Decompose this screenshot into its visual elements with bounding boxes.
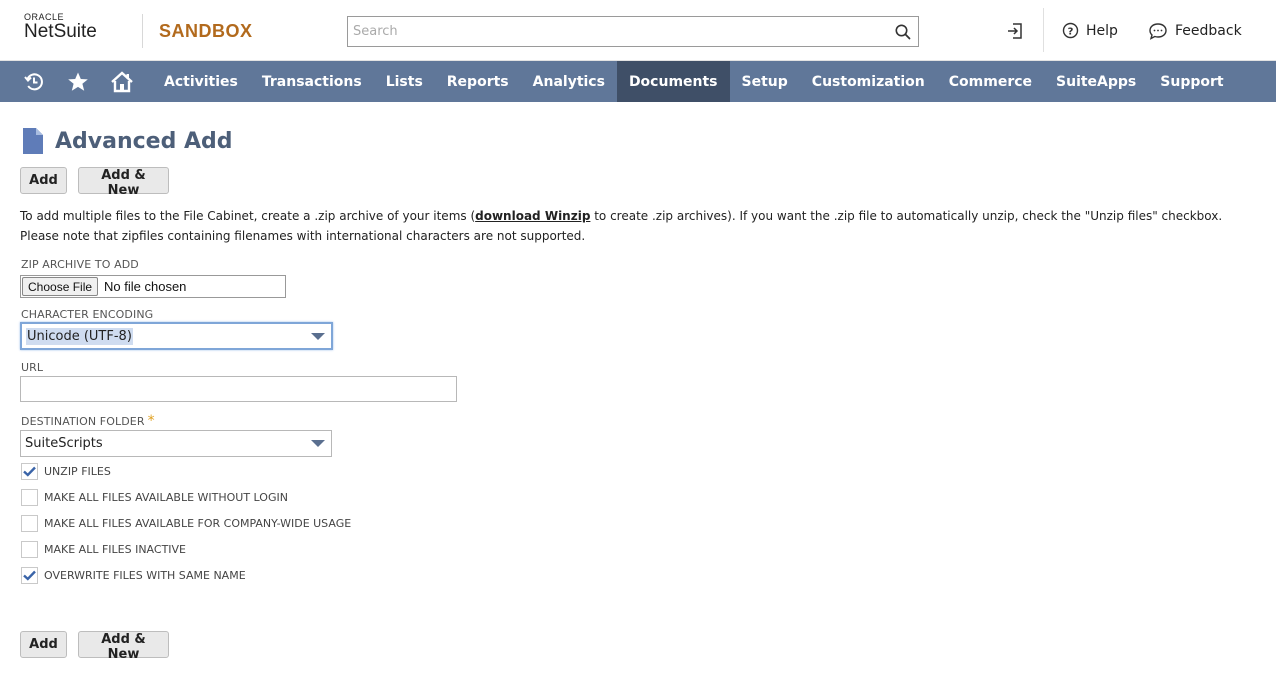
url-input[interactable]: [20, 376, 457, 402]
checkbox[interactable]: [21, 515, 38, 532]
nav-support[interactable]: Support: [1148, 61, 1235, 102]
choose-file-button[interactable]: Choose File: [22, 277, 99, 296]
nav-customization[interactable]: Customization: [800, 61, 937, 102]
checkbox-unzip-files[interactable]: UNZIP FILES: [21, 463, 111, 480]
feedback-label: Feedback: [1175, 23, 1242, 39]
add-button-top[interactable]: Add: [20, 167, 67, 194]
svg-text:?: ?: [1068, 26, 1074, 37]
checkbox-label: MAKE ALL FILES INACTIVE: [44, 543, 187, 556]
home-icon: [111, 70, 133, 92]
feedback-icon: [1149, 23, 1167, 40]
encoding-value: Unicode (UTF-8): [26, 327, 133, 345]
destination-folder-text: DESTINATION FOLDER: [21, 415, 145, 428]
nav-documents[interactable]: Documents: [616, 61, 730, 102]
checkbox[interactable]: [21, 463, 38, 480]
checkbox-label: UNZIP FILES: [44, 465, 111, 478]
instructions-text: To add multiple files to the File Cabine…: [20, 206, 1265, 246]
nav-activities[interactable]: Activities: [152, 61, 250, 102]
encoding-label: CHARACTER ENCODING: [21, 308, 154, 321]
star-icon: [68, 72, 88, 91]
add-button-bottom[interactable]: Add: [20, 631, 67, 658]
chevron-down-icon: [311, 333, 325, 340]
checkbox-label: MAKE ALL FILES AVAILABLE FOR COMPANY-WID…: [44, 517, 352, 530]
instructions-part2: to create .zip archives). If you want th…: [590, 209, 1223, 223]
instructions-part1: To add multiple files to the File Cabine…: [20, 209, 476, 223]
checkmark-icon: [23, 466, 36, 477]
file-status: No file chosen: [104, 279, 187, 294]
page-title: Advanced Add: [55, 128, 233, 154]
chevron-down-icon: [311, 440, 325, 447]
zip-file-input: Choose File No file chosen: [20, 275, 286, 298]
zip-archive-label: ZIP ARCHIVE TO ADD: [21, 258, 139, 271]
checkbox[interactable]: [21, 567, 38, 584]
nav-recent[interactable]: [14, 61, 54, 102]
global-search: [347, 16, 919, 47]
nav-home[interactable]: [102, 61, 142, 102]
logo-divider: [142, 14, 143, 48]
nav-lists[interactable]: Lists: [374, 61, 435, 102]
folder-value: SuiteScripts: [25, 436, 103, 451]
checkbox-overwrite-files[interactable]: OVERWRITE FILES WITH SAME NAME: [21, 567, 246, 584]
header-separator: [1043, 8, 1044, 52]
checkmark-icon: [23, 570, 36, 581]
help-icon: ?: [1062, 22, 1079, 39]
netsuite-logo[interactable]: ORACLE NetSuite: [24, 12, 97, 43]
checkbox[interactable]: [21, 489, 38, 506]
switch-role-icon[interactable]: [1005, 20, 1027, 42]
checkbox-label: OVERWRITE FILES WITH SAME NAME: [44, 569, 246, 582]
download-winzip-link[interactable]: download Winzip: [475, 209, 590, 223]
nav-commerce[interactable]: Commerce: [937, 61, 1044, 102]
feedback-link[interactable]: Feedback: [1148, 22, 1242, 40]
checkbox-files-inactive[interactable]: MAKE ALL FILES INACTIVE: [21, 541, 186, 558]
destination-folder-label: DESTINATION FOLDER *: [21, 413, 155, 429]
checkbox-available-without-login[interactable]: MAKE ALL FILES AVAILABLE WITHOUT LOGIN: [21, 489, 288, 506]
destination-folder-select[interactable]: SuiteScripts: [20, 430, 332, 457]
nav-favorites[interactable]: [58, 61, 98, 102]
url-label: URL: [21, 361, 44, 374]
document-icon: [23, 128, 43, 154]
top-header: ORACLE NetSuite SANDBOX ? Help Feedback: [0, 0, 1276, 61]
nav-reports[interactable]: Reports: [435, 61, 521, 102]
checkbox[interactable]: [21, 541, 38, 558]
add-new-button-bottom[interactable]: Add & New: [78, 631, 169, 662]
search-icon[interactable]: [894, 23, 912, 41]
checkbox-company-wide-usage[interactable]: MAKE ALL FILES AVAILABLE FOR COMPANY-WID…: [21, 515, 351, 532]
page-title-row: Advanced Add: [23, 128, 233, 154]
nav-items: Activities Transactions Lists Reports An…: [152, 61, 1236, 102]
search-input[interactable]: [348, 17, 888, 46]
add-new-button-top[interactable]: Add & New: [78, 167, 169, 198]
nav-transactions[interactable]: Transactions: [250, 61, 374, 102]
required-marker: *: [147, 413, 155, 429]
nav-setup[interactable]: Setup: [730, 61, 800, 102]
recent-history-icon: [24, 72, 43, 90]
instructions-line2: Please note that zipfiles containing fil…: [20, 229, 586, 243]
encoding-select[interactable]: Unicode (UTF-8): [20, 322, 333, 350]
help-link[interactable]: ? Help: [1062, 22, 1118, 39]
logo-netsuite-text: NetSuite: [24, 21, 97, 42]
checkbox-label: MAKE ALL FILES AVAILABLE WITHOUT LOGIN: [44, 491, 288, 504]
nav-suiteapps[interactable]: SuiteApps: [1044, 61, 1148, 102]
environment-label: SANDBOX: [159, 21, 253, 41]
main-nav: Activities Transactions Lists Reports An…: [0, 61, 1276, 102]
help-label: Help: [1086, 22, 1118, 39]
nav-analytics[interactable]: Analytics: [521, 61, 617, 102]
